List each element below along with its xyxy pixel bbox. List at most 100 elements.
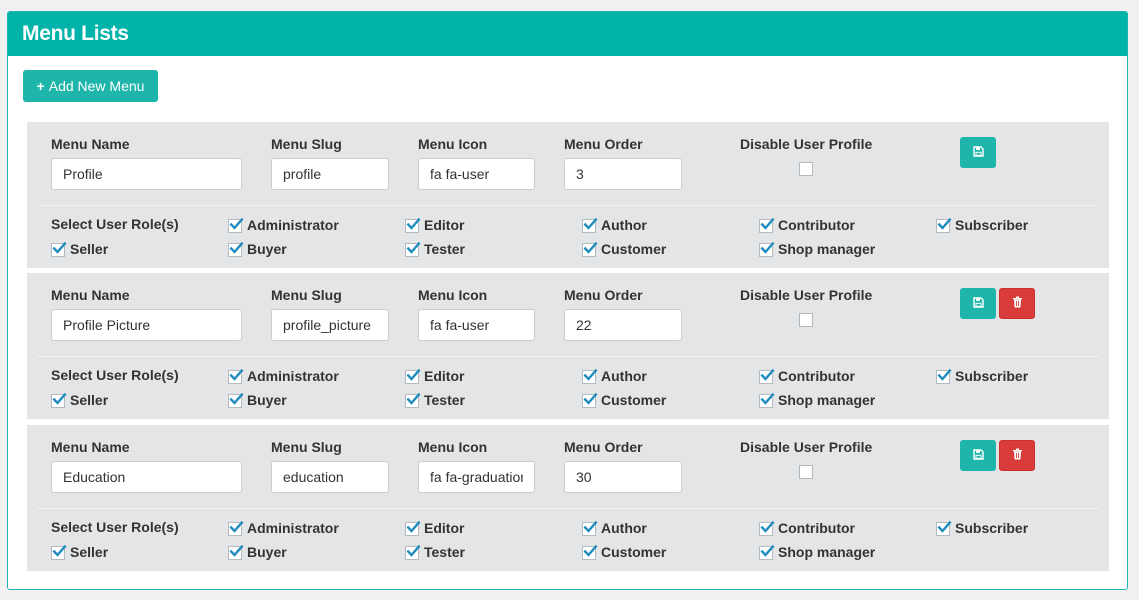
role-checkbox[interactable]: [228, 520, 244, 536]
role-option[interactable]: Buyer: [228, 543, 287, 560]
role-label: Author: [601, 367, 647, 384]
role-label: Shop manager: [778, 543, 876, 560]
trash-icon: [1012, 447, 1023, 465]
role-option[interactable]: Buyer: [228, 391, 287, 408]
role-label: Tester: [424, 391, 465, 408]
role-label: Contributor: [778, 367, 855, 384]
role-checkbox[interactable]: [759, 217, 775, 233]
add-new-menu-button[interactable]: + Add New Menu: [23, 70, 158, 102]
role-option[interactable]: Customer: [582, 240, 666, 257]
floppy-disk-icon: [972, 295, 984, 313]
role-option[interactable]: Editor: [405, 367, 464, 384]
role-checkbox[interactable]: [582, 217, 598, 233]
disable-user-profile-checkbox[interactable]: [799, 465, 813, 479]
role-option[interactable]: Customer: [582, 543, 666, 560]
role-option[interactable]: Shop manager: [759, 240, 875, 257]
role-checkbox[interactable]: [228, 392, 244, 408]
role-option[interactable]: Seller: [51, 391, 108, 408]
menu-name-input[interactable]: [51, 158, 242, 190]
role-checkbox[interactable]: [405, 217, 421, 233]
menu-order-input[interactable]: [564, 309, 682, 341]
menu-slug-input[interactable]: [271, 461, 389, 493]
menu-icon-input[interactable]: [418, 309, 535, 341]
role-option[interactable]: Administrator: [228, 367, 339, 384]
role-checkbox[interactable]: [582, 544, 598, 560]
role-option[interactable]: Editor: [405, 216, 464, 233]
role-option[interactable]: Author: [582, 216, 647, 233]
menu-slug-input[interactable]: [271, 158, 389, 190]
role-checkbox[interactable]: [228, 241, 244, 257]
role-label: Seller: [70, 391, 109, 408]
menu-order-input[interactable]: [564, 461, 682, 493]
menu-icon-input[interactable]: [418, 461, 535, 493]
role-checkbox[interactable]: [405, 544, 421, 560]
role-option[interactable]: Seller: [51, 240, 108, 257]
select-user-roles-label: Select User Role(s): [51, 216, 179, 232]
role-checkbox[interactable]: [405, 241, 421, 257]
role-checkbox[interactable]: [936, 520, 952, 536]
role-option[interactable]: Subscriber: [936, 519, 1028, 536]
role-label: Administrator: [247, 367, 339, 384]
role-checkbox[interactable]: [759, 368, 775, 384]
role-checkbox[interactable]: [582, 392, 598, 408]
role-option[interactable]: Customer: [582, 391, 666, 408]
role-checkbox[interactable]: [759, 520, 775, 536]
role-label: Contributor: [778, 519, 855, 536]
disable-user-profile-checkbox[interactable]: [799, 313, 813, 327]
role-option[interactable]: Editor: [405, 519, 464, 536]
role-option[interactable]: Shop manager: [759, 391, 875, 408]
menu-name-label: Menu Name: [51, 439, 130, 455]
menu-icon-label: Menu Icon: [418, 287, 488, 303]
role-checkbox[interactable]: [405, 368, 421, 384]
role-option[interactable]: Tester: [405, 240, 465, 257]
role-option[interactable]: Tester: [405, 391, 465, 408]
role-checkbox[interactable]: [582, 368, 598, 384]
menu-name-input[interactable]: [51, 461, 242, 493]
role-checkbox[interactable]: [759, 544, 775, 560]
add-new-menu-label: Add New Menu: [48, 78, 145, 94]
role-checkbox[interactable]: [405, 520, 421, 536]
role-checkbox[interactable]: [936, 368, 952, 384]
role-checkbox[interactable]: [405, 392, 421, 408]
role-checkbox[interactable]: [51, 544, 67, 560]
role-checkbox[interactable]: [228, 217, 244, 233]
save-button[interactable]: [960, 440, 996, 471]
role-checkbox[interactable]: [759, 241, 775, 257]
disable-user-profile-checkbox[interactable]: [799, 162, 813, 176]
delete-button[interactable]: [999, 440, 1035, 471]
menu-icon-input[interactable]: [418, 158, 535, 190]
save-button[interactable]: [960, 137, 996, 168]
trash-icon: [1012, 295, 1023, 313]
role-option[interactable]: Buyer: [228, 240, 287, 257]
menu-name-label: Menu Name: [51, 136, 130, 152]
menu-name-input[interactable]: [51, 309, 242, 341]
role-checkbox[interactable]: [228, 544, 244, 560]
menu-order-input[interactable]: [564, 158, 682, 190]
role-checkbox[interactable]: [51, 392, 67, 408]
role-checkbox[interactable]: [936, 217, 952, 233]
role-label: Tester: [424, 240, 465, 257]
role-option[interactable]: Subscriber: [936, 367, 1028, 384]
delete-button[interactable]: [999, 288, 1035, 319]
role-checkbox[interactable]: [51, 241, 67, 257]
role-option[interactable]: Author: [582, 519, 647, 536]
role-option[interactable]: Subscriber: [936, 216, 1028, 233]
menu-slug-input[interactable]: [271, 309, 389, 341]
role-option[interactable]: Contributor: [759, 367, 855, 384]
role-option[interactable]: Shop manager: [759, 543, 875, 560]
role-option[interactable]: Administrator: [228, 519, 339, 536]
role-checkbox[interactable]: [759, 392, 775, 408]
role-label: Buyer: [247, 240, 287, 257]
role-checkbox[interactable]: [582, 241, 598, 257]
role-option[interactable]: Tester: [405, 543, 465, 560]
save-button[interactable]: [960, 288, 996, 319]
floppy-disk-icon: [972, 447, 984, 465]
role-label: Seller: [70, 543, 109, 560]
role-option[interactable]: Administrator: [228, 216, 339, 233]
role-option[interactable]: Contributor: [759, 519, 855, 536]
role-checkbox[interactable]: [582, 520, 598, 536]
role-option[interactable]: Contributor: [759, 216, 855, 233]
role-checkbox[interactable]: [228, 368, 244, 384]
role-option[interactable]: Author: [582, 367, 647, 384]
role-option[interactable]: Seller: [51, 543, 108, 560]
